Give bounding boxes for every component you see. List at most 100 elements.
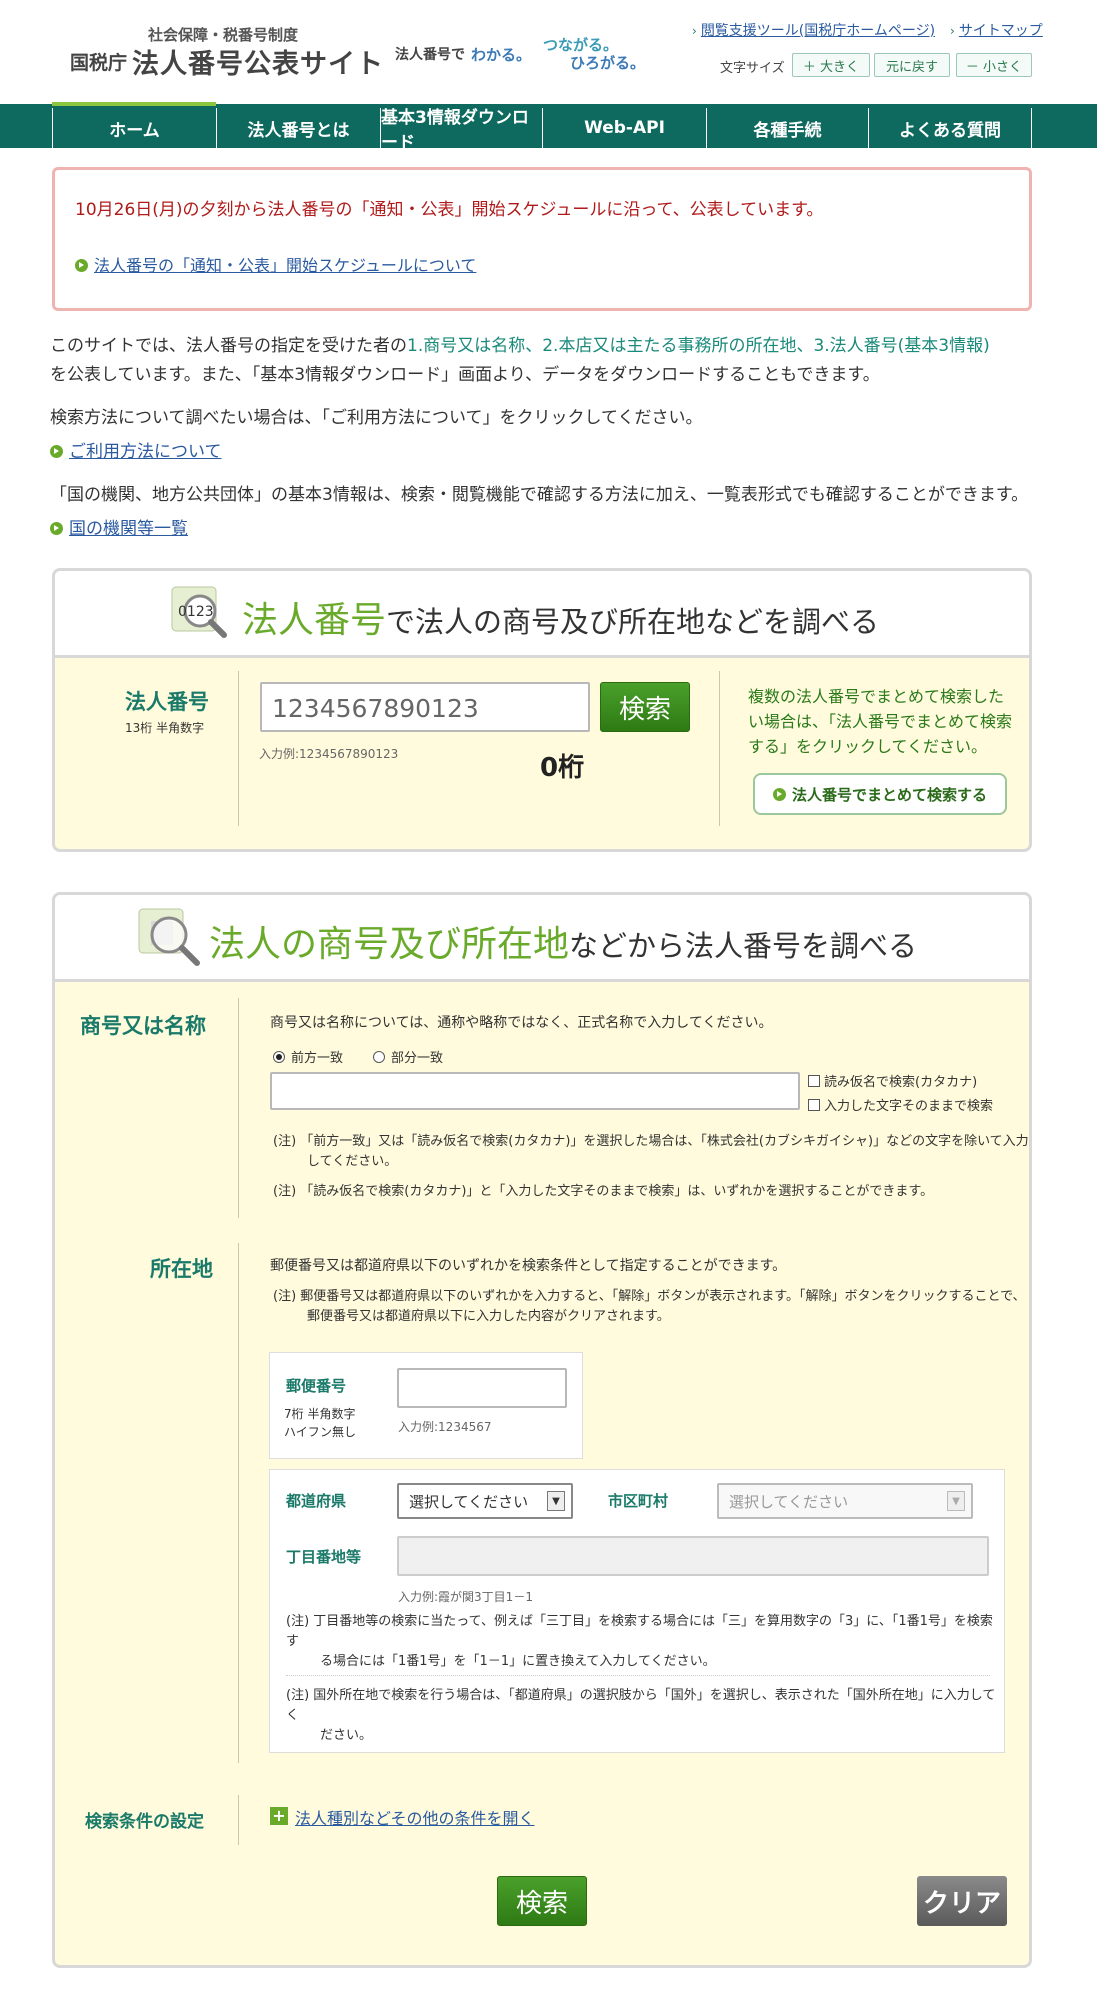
address-panel: 都道府県 選択してください ▼ 市区町村 選択してください ▼ 丁目番地等 入力例:… xyxy=(269,1469,1005,1753)
tagline: 法人番号で わかる。 つながる。 ひろがる。 xyxy=(395,32,645,72)
city-selected-value: 選択してください xyxy=(729,1493,849,1511)
pref-selected-value: 選択してください xyxy=(409,1493,529,1511)
street-example: 入力例:霞が関3丁目1－1 xyxy=(398,1590,533,1604)
schedule-link[interactable]: 法人番号の「通知・公表」開始スケジュールについて xyxy=(94,256,476,275)
conditions-label: 検索条件の設定 xyxy=(85,1812,204,1832)
global-nav: ホーム 法人番号とは 基本3情報ダウンロード Web-API 各種手続 よくある… xyxy=(0,102,1097,153)
zip-sublabel-1: 7桁 半角数字 xyxy=(284,1407,356,1421)
nav-faq[interactable]: よくある質問 xyxy=(868,108,1032,148)
usage-link-wrap: ご利用方法について xyxy=(50,437,222,462)
arrow-icon: › xyxy=(950,24,955,38)
radio-prefix[interactable]: 前方一致 xyxy=(273,1047,343,1066)
chevron-down-icon: ▼ xyxy=(547,1491,565,1511)
nav-active-indicator xyxy=(52,102,216,106)
notice-message: 10月26日(月)の夕刻から法人番号の「通知・公表」開始スケジュールに沿って、公… xyxy=(75,200,824,220)
tagline-part: ひろがる。 xyxy=(570,54,646,72)
zip-panel: 郵便番号 7桁 半角数字 ハイフン無し 入力例:1234567 xyxy=(269,1352,583,1459)
corp-number-label: 法人番号 xyxy=(125,690,209,714)
note-line: (注) 国外所在地で検索を行う場合は、「都道府県」の選択肢から「国外」を選択し、… xyxy=(286,1688,996,1723)
font-larger-button[interactable]: ＋ 大きく xyxy=(792,53,870,77)
clear-button[interactable]: クリア xyxy=(917,1876,1007,1926)
agencies-link[interactable]: 国の機関等一覧 xyxy=(69,519,188,539)
name-note-2: (注) 「読み仮名で検索(カタカナ)」と「入力した文字そのままで検索」は、いずれ… xyxy=(273,1184,934,1199)
title-rest: などから法人番号を調べる xyxy=(569,929,918,963)
zip-sublabel-2: ハイフン無し xyxy=(284,1425,357,1439)
pref-select[interactable]: 選択してください ▼ xyxy=(397,1483,573,1519)
name-label: 商号又は名称 xyxy=(80,1014,206,1038)
checkbox-icon xyxy=(808,1075,820,1087)
bulk-search-label: 法人番号でまとめて検索する xyxy=(791,785,987,804)
title-rest: で法人の商号及び所在地などを調べる xyxy=(386,605,880,639)
number-search-title: 法人番号で法人の商号及び所在地などを調べる xyxy=(242,591,879,643)
font-size-label: 文字サイズ xyxy=(720,61,785,76)
note-line: (注) 「前方一致」又は「読み仮名で検索(カタカナ)」を選択した場合は、「株式会… xyxy=(273,1134,1029,1149)
nav-download[interactable]: 基本3情報ダウンロード xyxy=(380,108,542,153)
title-highlight: 法人の商号及び所在地 xyxy=(209,924,570,965)
name-input[interactable] xyxy=(270,1072,800,1110)
name-search-header: 法人の商号及び所在地などから法人番号を調べる xyxy=(55,895,1029,982)
zip-label: 郵便番号 xyxy=(286,1377,347,1395)
checkbox-icon xyxy=(808,1099,820,1111)
location-label: 所在地 xyxy=(150,1257,213,1281)
number-search-button[interactable]: 検索 xyxy=(600,682,690,732)
note-line: してください。 xyxy=(307,1154,398,1169)
city-select[interactable]: 選択してください ▼ xyxy=(717,1483,973,1519)
icon-digits: 0123 xyxy=(178,604,214,620)
name-desc: 商号又は名称については、通称や略称ではなく、正式名称で入力してください。 xyxy=(270,1015,773,1031)
logo-nta-text: 国税庁 xyxy=(70,52,128,74)
exact-checkbox[interactable]: 入力した文字そのままで検索 xyxy=(808,1095,993,1114)
tagline-part: わかる。 xyxy=(471,46,532,64)
pref-label: 都道府県 xyxy=(286,1492,347,1510)
notice-link-wrap: 法人番号の「通知・公表」開始スケジュールについて xyxy=(75,252,476,276)
usage-link[interactable]: ご利用方法について xyxy=(69,442,222,462)
zip-example: 入力例:1234567 xyxy=(398,1420,492,1434)
nav-webapi[interactable]: Web-API xyxy=(542,108,706,148)
font-smaller-button[interactable]: － 小さく xyxy=(956,53,1032,77)
bulk-search-button[interactable]: 法人番号でまとめて検索する xyxy=(753,773,1007,815)
more-conditions-link[interactable]: 法人種別などその他の条件を開く xyxy=(295,1809,535,1828)
title-highlight: 法人番号 xyxy=(242,600,387,641)
radio-partial[interactable]: 部分一致 xyxy=(373,1047,443,1066)
street-note: (注) 丁目番地等の検索に当たって、例えば「三丁目」を検索する場合には「三」を算… xyxy=(286,1612,1004,1672)
divider xyxy=(238,1243,239,1763)
name-search-button[interactable]: 検索 xyxy=(497,1876,587,1926)
intro-text: このサイトでは、法人番号の指定を受けた者の xyxy=(50,336,407,356)
name-note-1: (注) 「前方一致」又は「読み仮名で検索(カタカナ)」を選択した場合は、「株式会… xyxy=(273,1132,1029,1172)
intro-line-4: 「国の機関、地方公共団体」の基本3情報は、検索・閲覧機能で確認する方法に加え、一… xyxy=(50,485,1029,505)
corp-number-placeholder: 1234567890123 xyxy=(272,694,479,723)
location-desc: 郵便番号又は都道府県以下のいずれかを検索条件として指定することができます。 xyxy=(270,1258,787,1274)
intro-line-1: このサイトでは、法人番号の指定を受けた者の1.商号又は名称、2.本店又は主たる事… xyxy=(50,331,990,356)
nav-about[interactable]: 法人番号とは xyxy=(216,108,380,148)
kana-checkbox[interactable]: 読み仮名で検索(カタカナ) xyxy=(808,1071,977,1090)
dotted-divider xyxy=(286,1675,990,1676)
nav-home[interactable]: ホーム xyxy=(52,108,216,148)
site-logo-title[interactable]: 法人番号公表サイト xyxy=(132,42,384,81)
bulk-search-text: 複数の法人番号でまとめて検索したい場合は、「法人番号でまとめて検索する」をクリッ… xyxy=(748,687,1013,756)
chevron-down-icon: ▼ xyxy=(947,1491,965,1511)
arrow-circle-icon xyxy=(50,522,63,535)
font-reset-button[interactable]: 元に戻す xyxy=(874,53,950,77)
intro-line-2: を公表しています。また、「基本3情報ダウンロード」画面より、データをダウンロード… xyxy=(50,365,880,385)
sitemap-link[interactable]: サイトマップ xyxy=(959,23,1043,39)
kana-checkbox-label: 読み仮名で検索(カタカナ) xyxy=(824,1075,978,1090)
radio-off-icon xyxy=(373,1051,385,1063)
corp-number-example: 入力例:1234567890123 xyxy=(259,747,399,761)
arrow-icon: › xyxy=(692,24,697,38)
arrow-circle-icon xyxy=(75,259,88,272)
note-line: ださい。 xyxy=(320,1728,373,1743)
basic-info-highlight: 1.商号又は名称、2.本店又は主たる事務所の所在地、3.法人番号(基本3情報) xyxy=(407,336,990,356)
conditions-link-wrap: + 法人種別などその他の条件を開く xyxy=(270,1805,535,1829)
corp-number-input[interactable]: 1234567890123 xyxy=(260,682,590,732)
notice-box: 10月26日(月)の夕刻から法人番号の「通知・公表」開始スケジュールに沿って、公… xyxy=(52,167,1032,311)
nav-procedures[interactable]: 各種手続 xyxy=(706,108,868,148)
street-input[interactable] xyxy=(397,1536,989,1576)
location-note: (注) 郵便番号又は都道府県以下のいずれかを入力すると、「解除」ボタンが表示され… xyxy=(273,1287,1026,1327)
divider xyxy=(238,998,239,1218)
name-search-title: 法人の商号及び所在地などから法人番号を調べる xyxy=(209,915,917,967)
site-header: 社会保障・税番号制度 国税庁 法人番号公表サイト 法人番号で わかる。 つながる… xyxy=(0,0,1097,104)
viewer-tool-link[interactable]: 閲覧支援ツール(国税庁ホームページ) xyxy=(701,23,935,39)
arrow-circle-icon xyxy=(50,445,63,458)
tagline-part: 法人番号で xyxy=(395,47,465,63)
zip-input[interactable] xyxy=(397,1368,567,1408)
note-line: る場合には「1番1号」を「1－1」に置き換えて入力してください。 xyxy=(320,1654,716,1669)
